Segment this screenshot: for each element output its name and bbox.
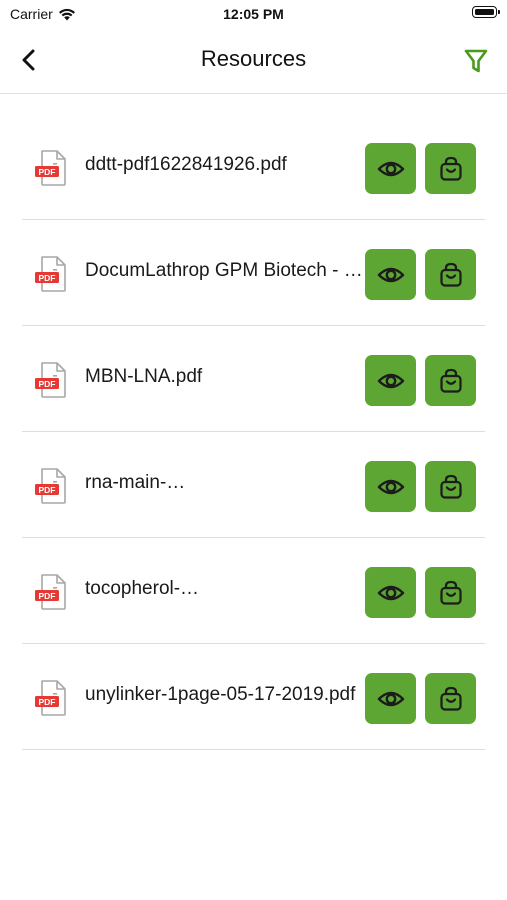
view-button[interactable]: [365, 673, 416, 724]
list-item: PDF DocumLathrop GPM Biotech - Product &…: [22, 220, 485, 326]
status-bar: Carrier 12:05 PM: [0, 0, 507, 28]
battery-icon: [472, 6, 500, 18]
pdf-file-icon: PDF: [31, 466, 71, 506]
pdf-file-icon: PDF: [31, 148, 71, 188]
shopping-bag-icon: [439, 156, 462, 181]
list-item: PDF tocopherol-…: [22, 538, 485, 644]
view-button[interactable]: [365, 249, 416, 300]
pdf-file-icon: PDF: [31, 678, 71, 718]
add-to-cart-button[interactable]: [425, 567, 476, 618]
status-time: 12:05 PM: [223, 6, 284, 22]
pdf-badge-label: PDF: [39, 485, 56, 495]
file-name: unylinker-1page-05-17-2019.pdf: [85, 684, 356, 705]
list-item: PDF rna-main-…: [22, 432, 485, 538]
add-to-cart-button[interactable]: [425, 673, 476, 724]
pdf-badge-label: PDF: [39, 379, 56, 389]
eye-icon: [377, 161, 404, 176]
eye-icon: [377, 267, 404, 282]
add-to-cart-button[interactable]: [425, 249, 476, 300]
filter-icon: [464, 49, 488, 73]
shopping-bag-icon: [439, 686, 462, 711]
view-button[interactable]: [365, 567, 416, 618]
add-to-cart-button[interactable]: [425, 355, 476, 406]
resource-list: PDF ddtt-pdf1622841926.pdf PDF DocumLath…: [22, 114, 485, 750]
file-name: tocopherol-…: [85, 578, 200, 599]
add-to-cart-button[interactable]: [425, 461, 476, 512]
view-button[interactable]: [365, 461, 416, 512]
pdf-file-icon: PDF: [31, 360, 71, 400]
shopping-bag-icon: [439, 262, 462, 287]
shopping-bag-icon: [439, 474, 462, 499]
shopping-bag-icon: [439, 368, 462, 393]
eye-icon: [377, 585, 404, 600]
navigation-bar: Resources: [0, 28, 507, 94]
view-button[interactable]: [365, 143, 416, 194]
add-to-cart-button[interactable]: [425, 143, 476, 194]
page-title: Resources: [200, 46, 307, 71]
view-button[interactable]: [365, 355, 416, 406]
file-name: DocumLathrop GPM Biotech - Product & Ser…: [85, 260, 363, 281]
pdf-file-icon: PDF: [31, 572, 71, 612]
eye-icon: [377, 691, 404, 706]
filter-button[interactable]: [463, 47, 489, 75]
list-item: PDF unylinker-1page-05-17-2019.pdf: [22, 644, 485, 750]
pdf-badge-label: PDF: [39, 167, 56, 177]
pdf-file-icon: PDF: [31, 254, 71, 294]
file-name: ddtt-pdf1622841926.pdf: [85, 154, 287, 175]
list-item: PDF MBN-LNA.pdf: [22, 326, 485, 432]
pdf-badge-label: PDF: [39, 273, 56, 283]
pdf-badge-label: PDF: [39, 591, 56, 601]
eye-icon: [377, 373, 404, 388]
pdf-badge-label: PDF: [39, 697, 56, 707]
list-item: PDF ddtt-pdf1622841926.pdf: [22, 114, 485, 220]
eye-icon: [377, 479, 404, 494]
shopping-bag-icon: [439, 580, 462, 605]
file-name: MBN-LNA.pdf: [85, 366, 203, 387]
file-name: rna-main-…: [85, 472, 186, 493]
